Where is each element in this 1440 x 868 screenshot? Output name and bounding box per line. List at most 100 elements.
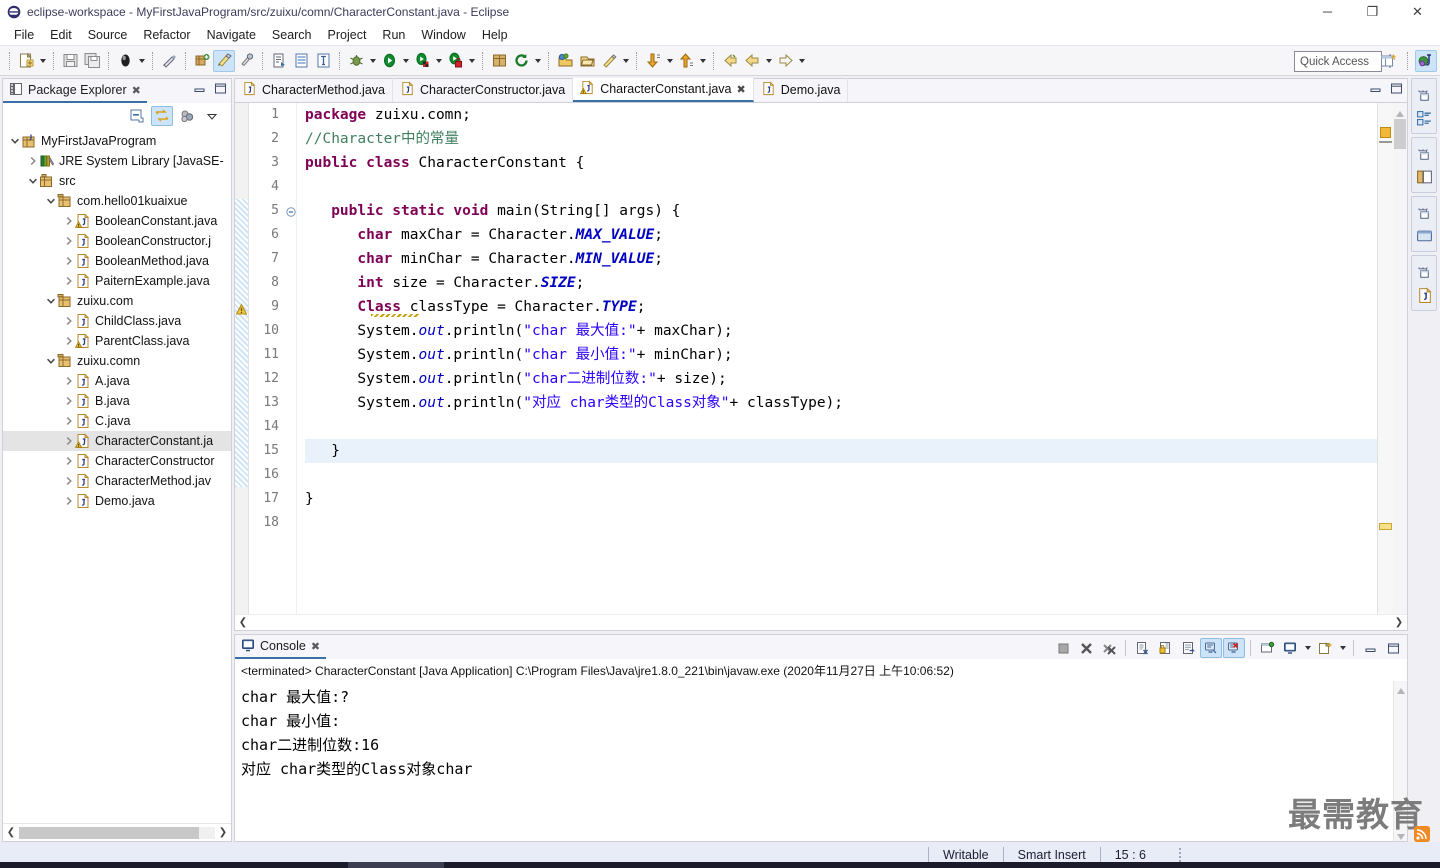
editor-tab-characterconstant-java[interactable]: CharacterConstant.java ✖ <box>573 78 754 102</box>
tree-item-booleanmethod-java[interactable]: BooleanMethod.java <box>3 251 231 271</box>
toggle-block-selection-icon[interactable] <box>312 50 334 72</box>
coverage-icon[interactable] <box>444 50 466 72</box>
minimize-icon[interactable] <box>1369 82 1382 98</box>
chevron-right-icon[interactable] <box>63 331 75 351</box>
forward-dropdown-icon[interactable] <box>796 50 807 72</box>
menu-item-help[interactable]: Help <box>474 27 516 43</box>
fast-view-drag-handle[interactable] <box>1417 82 1431 92</box>
tree-item-charactermethod-jav[interactable]: CharacterMethod.jav <box>3 471 231 491</box>
code-line[interactable]: Class classType = Character.TYPE; <box>305 295 1377 319</box>
chevron-right-icon[interactable] <box>63 451 75 471</box>
pin-console-icon[interactable] <box>1256 638 1278 658</box>
new-wizard-dropdown-icon[interactable] <box>37 50 48 72</box>
tree-item-com-hello01kuaixue[interactable]: com.hello01kuaixue <box>3 191 231 211</box>
package-explorer-hscrollbar[interactable]: ❮ ❯ <box>3 823 231 841</box>
code-line[interactable]: char minChar = Character.MIN_VALUE; <box>305 247 1377 271</box>
restore-icon[interactable] <box>1417 207 1432 225</box>
forward-icon[interactable] <box>774 50 796 72</box>
new-wizard-icon[interactable] <box>15 50 37 72</box>
editor-vscroll-thumb[interactable] <box>1394 119 1406 149</box>
tree-item-characterconstructor[interactable]: CharacterConstructor <box>3 451 231 471</box>
minimize-icon[interactable] <box>1359 638 1381 658</box>
package-explorer-tree[interactable]: MyFirstJavaProgram JRE System Library [Ja… <box>3 129 231 823</box>
back-icon[interactable] <box>719 50 741 72</box>
chevron-right-icon[interactable] <box>63 471 75 491</box>
remove-all-terminated-icon[interactable] <box>1098 638 1120 658</box>
tab-console[interactable]: Console ✖ <box>235 635 327 659</box>
new-annotation-dropdown-icon[interactable] <box>620 50 631 72</box>
warning-marker-icon[interactable] <box>235 303 248 317</box>
chevron-right-icon[interactable]: ❯ <box>1391 617 1407 628</box>
outline-icon[interactable] <box>1416 110 1433 130</box>
scroll-lock-icon[interactable] <box>1154 638 1176 658</box>
toggle-mark-occurrences-icon[interactable] <box>158 50 180 72</box>
maximize-icon[interactable] <box>214 82 227 98</box>
debug-icon[interactable] <box>345 50 367 72</box>
hscroll-thumb[interactable] <box>19 826 199 839</box>
chevron-right-icon[interactable] <box>27 151 39 171</box>
close-icon[interactable]: ✖ <box>737 83 746 96</box>
chevron-right-icon[interactable] <box>63 491 75 511</box>
chevron-left-icon[interactable]: ❮ <box>235 617 251 628</box>
new-java-package-icon[interactable] <box>235 50 257 72</box>
scroll-up-icon[interactable] <box>1396 684 1406 694</box>
code-line[interactable]: char maxChar = Character.MAX_VALUE; <box>305 223 1377 247</box>
run-icon[interactable] <box>378 50 400 72</box>
close-icon[interactable]: ✖ <box>311 640 320 653</box>
tree-item-zuixu-comn[interactable]: zuixu.comn <box>3 351 231 371</box>
java-perspective-icon[interactable] <box>1415 50 1437 72</box>
editor-tab-demo-java[interactable]: Demo.java <box>754 78 849 102</box>
java-editor-icon[interactable] <box>1416 287 1433 307</box>
console-output[interactable]: char 最大值:? char 最小值: char二进制位数:16 对应 char类型… <box>235 681 1393 841</box>
new-annotation-icon[interactable] <box>598 50 620 72</box>
open-console-dropdown-icon[interactable] <box>1337 637 1348 659</box>
menu-item-run[interactable]: Run <box>374 27 413 43</box>
code-line[interactable]: System.out.println("对应 char类型的Class对象"+ … <box>305 391 1377 415</box>
editor-overview-ruler[interactable] <box>1377 103 1393 614</box>
console-view-icon[interactable] <box>1416 228 1433 248</box>
collapse-all-icon[interactable] <box>126 106 148 126</box>
fast-view-drag-handle[interactable] <box>1417 200 1431 210</box>
print-icon[interactable] <box>114 50 136 72</box>
new-perspective-icon[interactable] <box>1378 50 1400 72</box>
coverage-dropdown-icon[interactable] <box>466 50 477 72</box>
previous-edit-icon[interactable] <box>741 50 763 72</box>
fast-view-drag-handle[interactable] <box>1417 259 1431 269</box>
new-package-icon[interactable] <box>488 50 510 72</box>
overview-warning-marker[interactable] <box>1380 127 1391 138</box>
menu-item-search[interactable]: Search <box>264 27 320 43</box>
tab-package-explorer[interactable]: Package Explorer ✖ <box>3 79 147 103</box>
maximize-icon[interactable] <box>1390 82 1403 98</box>
chevron-right-icon[interactable] <box>63 431 75 451</box>
view-menu-icon[interactable] <box>201 106 223 126</box>
code-line[interactable]: public static void main(String[] args) { <box>305 199 1377 223</box>
refresh-icon[interactable] <box>510 50 532 72</box>
tree-item-characterconstant-ja[interactable]: CharacterConstant.ja <box>3 431 231 451</box>
tree-item-src[interactable]: src <box>3 171 231 191</box>
maximize-icon[interactable] <box>1382 638 1404 658</box>
remove-launch-icon[interactable] <box>1075 638 1097 658</box>
chevron-right-icon[interactable]: ❯ <box>215 827 231 838</box>
tree-item-a-java[interactable]: A.java <box>3 371 231 391</box>
code-line[interactable]: //Character中的常量 <box>305 127 1377 151</box>
word-wrap-icon[interactable] <box>1177 638 1199 658</box>
chevron-right-icon[interactable] <box>63 311 75 331</box>
code-line[interactable]: int size = Character.SIZE; <box>305 271 1377 295</box>
code-line[interactable]: package zuixu.comn; <box>305 103 1377 127</box>
menu-item-source[interactable]: Source <box>80 27 136 43</box>
next-annotation-icon[interactable] <box>642 50 664 72</box>
tree-item-paiternexample-java[interactable]: PaiternExample.java <box>3 271 231 291</box>
chevron-right-icon[interactable] <box>63 231 75 251</box>
tree-item-booleanconstant-java[interactable]: BooleanConstant.java <box>3 211 231 231</box>
code-line[interactable] <box>305 511 1377 535</box>
run-dropdown-icon[interactable] <box>400 50 411 72</box>
open-task-icon[interactable] <box>290 50 312 72</box>
display-selected-console-icon[interactable] <box>1279 638 1301 658</box>
open-task-repository-icon[interactable] <box>576 50 598 72</box>
scroll-up-icon[interactable] <box>1395 107 1405 117</box>
chevron-right-icon[interactable] <box>63 251 75 271</box>
open-perspective-icon[interactable] <box>554 50 576 72</box>
chevron-right-icon[interactable] <box>63 271 75 291</box>
code-line[interactable]: System.out.println("char二进制位数:"+ size); <box>305 367 1377 391</box>
quick-access-input[interactable]: Quick Access <box>1294 51 1382 72</box>
